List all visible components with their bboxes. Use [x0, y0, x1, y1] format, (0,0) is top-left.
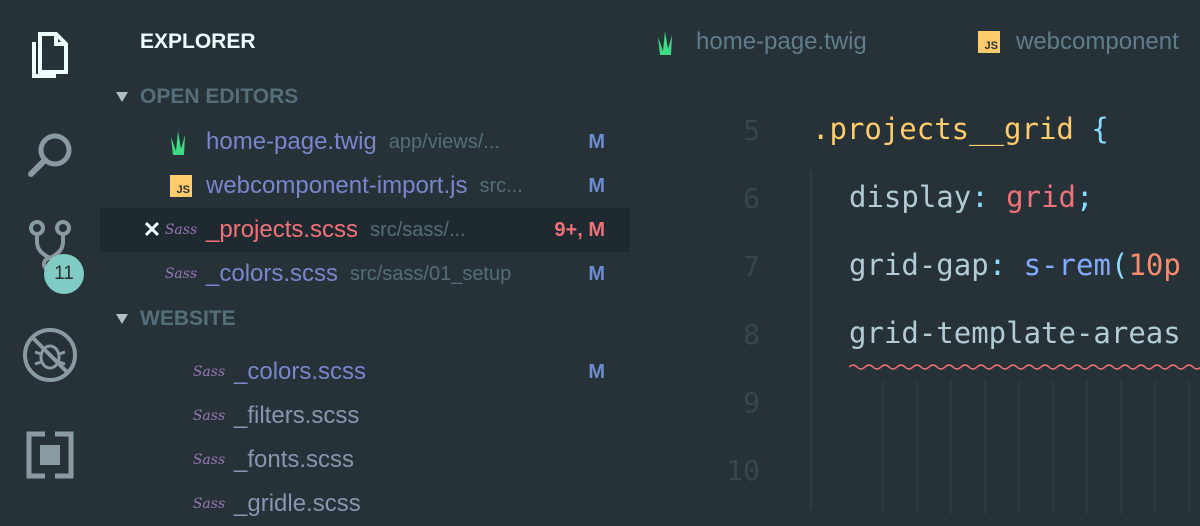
code-line: 8 grid-template-areas	[630, 304, 1200, 364]
colon: :	[988, 248, 1007, 282]
sass-icon: Sass	[192, 408, 226, 424]
file-name: webcomponent-import.js	[206, 172, 468, 199]
code-text: grid-template-areas	[849, 316, 1181, 350]
search-button[interactable]	[20, 125, 80, 185]
line-number: 8	[743, 318, 760, 351]
debug-button[interactable]	[20, 325, 80, 385]
problem-status: 9+, M	[554, 218, 605, 241]
activity-bar: 11	[0, 0, 100, 514]
error-squiggle	[849, 364, 1200, 370]
line-number: 9	[743, 386, 760, 419]
file-path: src...	[479, 174, 523, 197]
file-tree-item[interactable]: Sass _fonts.scss	[100, 438, 630, 482]
tab-home-page-twig[interactable]: home-page.twig	[656, 20, 867, 64]
sass-icon: Sass	[192, 452, 226, 468]
sass-icon: Sass	[192, 496, 226, 512]
open-editor-item-selected[interactable]: ✕ Sass _projects.scss src/sass/... 9+, M	[100, 208, 630, 252]
tab-webcomponent[interactable]: JS webcomponent	[978, 20, 1179, 64]
file-name: _colors.scss	[206, 260, 339, 287]
semicolon: ;	[1076, 180, 1094, 214]
whitespace-guides	[882, 380, 1190, 514]
colon: :	[971, 180, 989, 214]
js-icon: JS	[168, 173, 194, 199]
source-control-badge: 11	[44, 254, 84, 294]
line-number: 6	[743, 182, 760, 215]
extensions-button[interactable]	[20, 425, 80, 485]
file-name: _fonts.scss	[234, 446, 355, 473]
file-name: _colors.scss	[234, 358, 367, 385]
file-tree-item[interactable]: Sass _colors.scss M	[100, 350, 630, 394]
css-selector: .projects__grid	[812, 112, 1074, 146]
file-name: home-page.twig	[206, 128, 377, 155]
git-status: M	[588, 174, 605, 197]
code-line: 6 display: grid;	[630, 168, 1200, 228]
files-icon	[32, 32, 68, 78]
file-name: _filters.scss	[234, 402, 360, 429]
sass-icon: Sass	[192, 364, 226, 380]
code-text: display: grid;	[849, 180, 1093, 214]
line-number: 10	[726, 454, 760, 487]
debug-icon	[23, 328, 77, 382]
css-property: grid-gap	[849, 248, 989, 282]
editor-area: home-page.twig JS webcomponent 5 .projec…	[630, 0, 1200, 514]
sass-icon: Sass	[164, 266, 198, 282]
collapse-triangle-icon	[116, 314, 128, 324]
open-editor-item[interactable]: JS webcomponent-import.js src... M	[100, 164, 630, 208]
open-paren: (	[1110, 248, 1129, 282]
css-property: display	[849, 180, 972, 214]
css-property: grid-template-areas	[849, 316, 1181, 350]
line-number: 7	[743, 250, 760, 283]
js-icon: JS	[978, 31, 1000, 53]
code-line: 5 .projects__grid {	[630, 100, 1200, 160]
twig-icon	[168, 129, 194, 155]
open-editor-item[interactable]: home-page.twig app/views/... M	[100, 120, 630, 164]
open-editors-header[interactable]: OPEN EDITORS	[100, 79, 630, 115]
file-path: src/sass/...	[370, 218, 466, 241]
git-status: M	[588, 130, 605, 153]
search-icon	[28, 133, 72, 177]
explorer-sidebar: EXPLORER OPEN EDITORS home-page.twig app…	[100, 0, 630, 517]
collapse-triangle-icon	[116, 92, 128, 102]
tab-label: home-page.twig	[696, 28, 867, 55]
tab-label: webcomponent	[1016, 28, 1179, 55]
open-brace: {	[1073, 112, 1109, 146]
css-function: s-rem	[1023, 248, 1111, 282]
git-status: M	[588, 262, 605, 285]
file-tree-item[interactable]: Sass _gridle.scss	[100, 482, 630, 526]
line-number: 5	[743, 114, 760, 147]
extensions-icon	[26, 431, 74, 479]
code-line: 7 grid-gap: s-rem(10p	[630, 236, 1200, 296]
file-name: _projects.scss	[206, 216, 359, 243]
code-text: grid-gap: s-rem(10p	[849, 248, 1181, 282]
editor-tabs: home-page.twig JS webcomponent	[630, 0, 1200, 80]
file-path: app/views/...	[388, 130, 500, 153]
css-number: 10p	[1128, 248, 1181, 282]
css-value: grid	[1006, 180, 1076, 214]
explorer-button[interactable]	[20, 25, 80, 85]
website-folder-header[interactable]: WEBSITE	[100, 301, 630, 337]
file-tree-item[interactable]: Sass _filters.scss	[100, 394, 630, 438]
twig-icon	[656, 29, 680, 55]
sass-icon: Sass	[164, 222, 198, 238]
git-status: M	[588, 360, 605, 383]
close-icon[interactable]: ✕	[140, 217, 164, 243]
open-editors-title: OPEN EDITORS	[140, 85, 299, 108]
explorer-title: EXPLORER	[140, 30, 256, 53]
open-editor-item[interactable]: Sass _colors.scss src/sass/01_setup M	[100, 252, 630, 296]
code-text: .projects__grid {	[812, 112, 1109, 146]
website-title: WEBSITE	[140, 307, 236, 330]
file-path: src/sass/01_setup	[350, 262, 512, 285]
